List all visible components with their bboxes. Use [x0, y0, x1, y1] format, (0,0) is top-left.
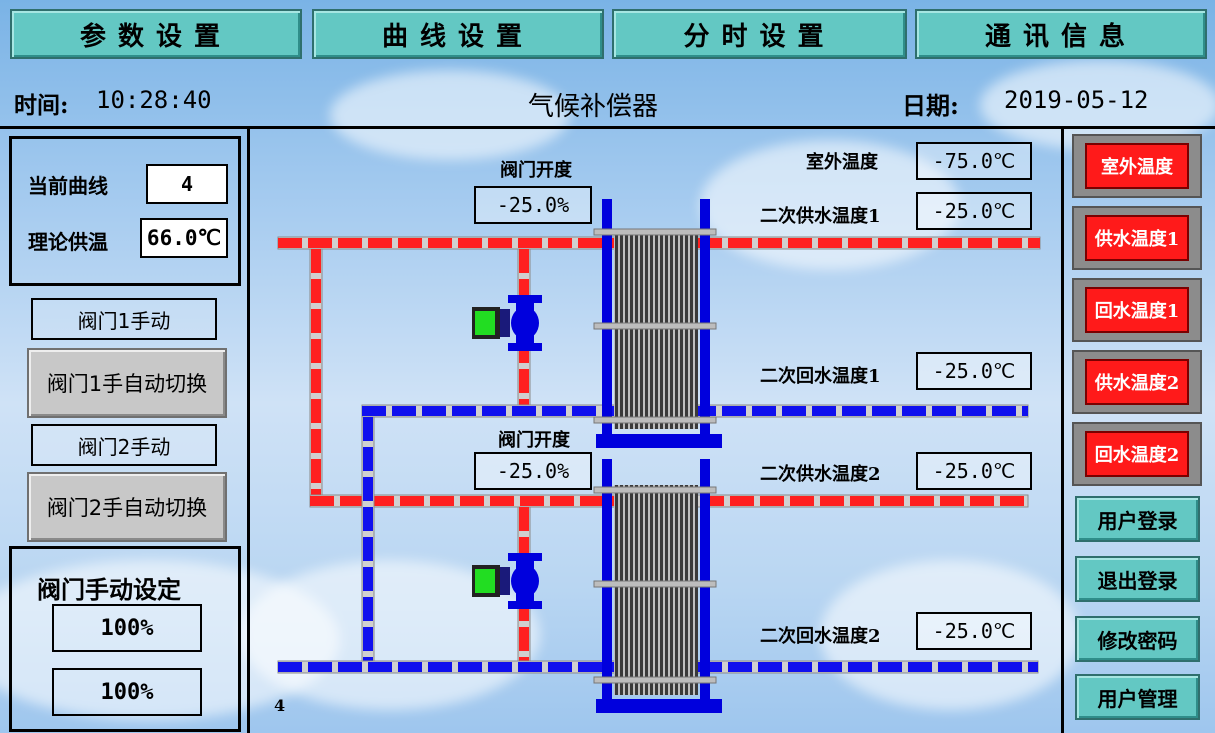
- time-value: 10:28:40: [96, 86, 212, 114]
- return1-temp-value: -25.0℃: [916, 352, 1032, 390]
- alarm-return2-label: 回水温度2: [1085, 431, 1189, 477]
- tab-comm-info[interactable]: 通讯信息: [915, 9, 1207, 59]
- alarm-supply2-button[interactable]: 供水温度2: [1072, 350, 1202, 414]
- right-divider: [1061, 126, 1064, 733]
- valve1-opening-label: 阀门开度: [500, 160, 572, 181]
- supply2-temp-value: -25.0℃: [916, 452, 1032, 490]
- return2-temp-value: -25.0℃: [916, 612, 1032, 650]
- valve-1-icon: [472, 295, 542, 351]
- change-password-button[interactable]: 修改密码: [1075, 616, 1200, 662]
- valve2-opening-value: -25.0%: [474, 452, 592, 490]
- return2-temp-label: 二次回水温度2: [760, 626, 881, 647]
- valve1-status: 阀门1手动: [31, 298, 217, 340]
- corner-indicator: 4: [274, 696, 286, 715]
- alarm-outdoor-temp-label: 室外温度: [1085, 143, 1189, 189]
- current-curve-label: 当前曲线: [28, 174, 108, 198]
- return1-temp-label: 二次回水温度1: [760, 366, 881, 387]
- alarm-outdoor-temp-button[interactable]: 室外温度: [1072, 134, 1202, 198]
- valve2-opening-label: 阀门开度: [498, 430, 570, 451]
- date-label: 日期:: [902, 91, 959, 120]
- time-label: 时间:: [14, 92, 69, 119]
- tab-timeshare-settings[interactable]: 分时设置: [612, 9, 907, 59]
- valve1-manual-input[interactable]: 100%: [52, 604, 202, 652]
- curve-panel: [9, 136, 241, 286]
- alarm-supply1-button[interactable]: 供水温度1: [1072, 206, 1202, 270]
- theory-supply-label: 理论供温: [28, 230, 108, 254]
- valve2-status: 阀门2手动: [31, 424, 217, 466]
- alarm-return2-button[interactable]: 回水温度2: [1072, 422, 1202, 486]
- theory-supply-value: 66.0℃: [140, 218, 228, 258]
- valve-2-icon: [472, 553, 542, 609]
- alarm-return1-label: 回水温度1: [1085, 287, 1189, 333]
- user-login-button[interactable]: 用户登录: [1075, 496, 1200, 542]
- valve1-switch-button[interactable]: 阀门1手自动切换: [27, 348, 227, 418]
- alarm-return1-button[interactable]: 回水温度1: [1072, 278, 1202, 342]
- date-value: 2019-05-12: [1004, 86, 1149, 114]
- current-curve-value[interactable]: 4: [146, 164, 228, 204]
- page-title: 气候补偿器: [528, 92, 659, 122]
- supply1-temp-label: 二次供水温度1: [760, 206, 881, 227]
- valve1-opening-value: -25.0%: [474, 186, 592, 224]
- tab-param-settings[interactable]: 参数设置: [10, 9, 302, 59]
- valve-manual-title: 阀门手动设定: [37, 575, 181, 604]
- user-logout-button[interactable]: 退出登录: [1075, 556, 1200, 602]
- valve2-manual-input[interactable]: 100%: [52, 668, 202, 716]
- outdoor-temp-label: 室外温度: [806, 152, 878, 173]
- alarm-supply2-label: 供水温度2: [1085, 359, 1189, 405]
- alarm-supply1-label: 供水温度1: [1085, 215, 1189, 261]
- supply2-temp-label: 二次供水温度2: [760, 464, 881, 485]
- user-management-button[interactable]: 用户管理: [1075, 674, 1200, 720]
- supply1-temp-value: -25.0℃: [916, 192, 1032, 230]
- valve2-switch-button[interactable]: 阀门2手自动切换: [27, 472, 227, 542]
- tab-curve-settings[interactable]: 曲线设置: [312, 9, 604, 59]
- outdoor-temp-value: -75.0℃: [916, 142, 1032, 180]
